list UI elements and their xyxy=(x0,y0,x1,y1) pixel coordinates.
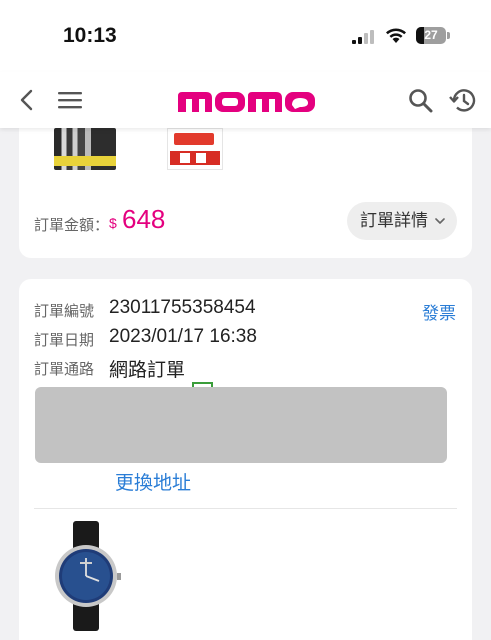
chevron-left-icon[interactable] xyxy=(19,89,35,111)
order-number-label: 訂單編號 xyxy=(34,303,95,320)
clock: 10:13 xyxy=(63,24,117,47)
battery-icon: 27 xyxy=(416,27,446,44)
order-card: 訂單編號 23011755358454 發票 訂單日期 2023/01/17 1… xyxy=(19,279,472,640)
history-clock-icon[interactable] xyxy=(449,87,477,114)
watch-product-thumbnail[interactable] xyxy=(51,521,121,631)
momo-logo[interactable] xyxy=(176,90,316,114)
order-channel-label: 訂單通路 xyxy=(34,361,95,378)
chevron-down-icon xyxy=(435,218,445,224)
order-channel: 網路訂單 xyxy=(109,360,186,381)
order-date-label: 訂單日期 xyxy=(34,332,95,349)
order-detail-button[interactable]: 訂單詳情 xyxy=(347,202,457,240)
change-address-link[interactable]: 更換地址 xyxy=(115,468,191,495)
order-number: 23011755358454 xyxy=(109,297,256,318)
redacted-address-block xyxy=(35,387,447,463)
invoice-link[interactable]: 發票 xyxy=(422,299,456,324)
product-thumbnail[interactable] xyxy=(167,128,223,170)
order-detail-label: 訂單詳情 xyxy=(360,211,428,230)
order-amount-label: 訂單金額： xyxy=(34,217,110,234)
search-icon[interactable] xyxy=(408,88,433,113)
battery-tip xyxy=(447,32,450,39)
product-thumbnail[interactable] xyxy=(54,128,116,170)
status-bar: 10:13 27 xyxy=(0,0,491,72)
top-nav-bar xyxy=(0,72,491,128)
hamburger-menu-icon[interactable] xyxy=(58,91,82,109)
order-amount: 648 xyxy=(122,204,166,234)
battery-percent: 27 xyxy=(424,28,438,42)
cellular-signal-icon xyxy=(352,30,374,44)
wifi-icon xyxy=(386,28,406,43)
order-card: 訂單金額： $ 648 訂單詳情 xyxy=(19,110,472,258)
currency-symbol: $ xyxy=(109,215,117,231)
divider xyxy=(34,508,457,509)
order-date: 2023/01/17 16:38 xyxy=(109,326,257,347)
